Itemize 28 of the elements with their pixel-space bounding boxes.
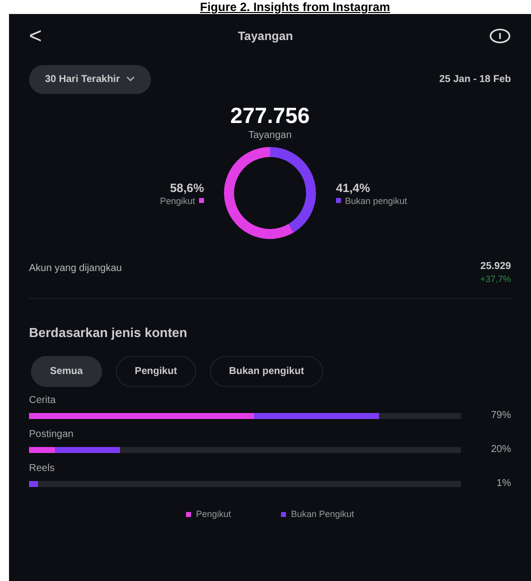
date-range: 25 Jan - 18 Feb — [439, 74, 511, 84]
info-icon[interactable] — [488, 28, 511, 44]
content-type-label: Cerita — [29, 395, 57, 406]
legend-label: Bukan Pengikut — [290, 509, 354, 519]
reach-label: Akun yang dijangkau — [29, 263, 122, 274]
content-type-label: Reels — [29, 463, 56, 474]
period-dropdown[interactable]: 30 Hari Terakhir — [29, 64, 151, 94]
back-button[interactable]: < — [29, 23, 42, 49]
percent-value: 58,6% — [170, 180, 204, 194]
reach-value: 25.929 — [480, 261, 511, 272]
percent-value: 41,4% — [336, 180, 370, 194]
figure-caption: Figure 2. Insights from Instagram — [200, 0, 390, 14]
chevron-down-icon — [126, 76, 135, 82]
percent-value: 1% — [496, 478, 511, 489]
content-type-label: Postingan — [29, 429, 74, 440]
filter-chip[interactable]: Pengikut — [116, 356, 196, 387]
legend-label: Pengikut — [160, 196, 195, 206]
reach-change: +37,7% — [480, 274, 511, 284]
total-label: Tayangan — [247, 130, 293, 141]
filter-chip[interactable]: Semua — [31, 356, 102, 387]
total-views: 277.756 — [229, 104, 311, 128]
screen-title: Tayangan — [238, 29, 293, 43]
percent-value: 79% — [490, 410, 511, 421]
percent-value: 20% — [490, 444, 511, 455]
filter-chip[interactable]: Bukan pengikut — [210, 356, 324, 387]
legend-label: Pengikut — [196, 509, 231, 519]
section-heading: Berdasarkan jenis konten — [29, 325, 188, 340]
legend-label: Bukan pengikut — [345, 196, 408, 206]
